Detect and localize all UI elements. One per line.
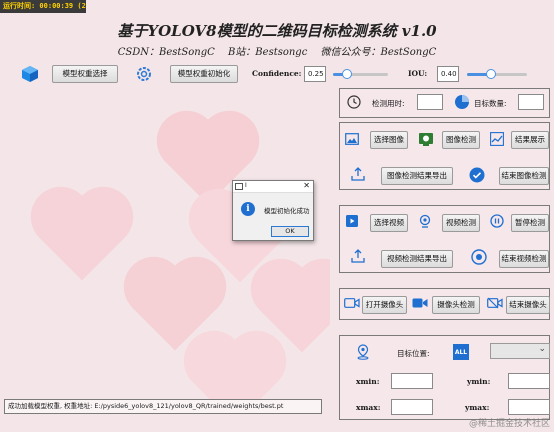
watermark: @稀土掘金技术社区: [468, 419, 550, 429]
info-dialog: I ✕ i 模型初始化成功 OK: [232, 180, 314, 241]
line-chart-icon: [489, 131, 505, 147]
ok-button[interactable]: OK: [271, 226, 309, 237]
ymin-field: [508, 373, 550, 389]
confidence-label: Confidence:: [252, 69, 302, 78]
xmax-field: [391, 399, 433, 415]
target-count-label: 目标数量:: [474, 99, 507, 108]
confidence-slider-knob[interactable]: [341, 69, 352, 79]
end-camera-button[interactable]: 结束摄像头: [506, 296, 550, 314]
dialog-title: I: [245, 182, 247, 189]
export-video-result-button[interactable]: 视频检测结果导出: [381, 250, 453, 268]
show-result-button[interactable]: 结果展示: [511, 131, 549, 149]
page-subtitle: CSDN：BestSongC B站：Bestsongc 微信公众号：BestSo…: [0, 43, 554, 58]
pause-detect-button[interactable]: 暂停检测: [511, 214, 549, 232]
dialog-titlebar: I ✕: [233, 181, 313, 193]
status-bar: 成功加载模型权重, 权重地址: E:/pyside6_yolov8_121/yo…: [4, 399, 322, 414]
model-select-button[interactable]: 模型权重选择: [52, 65, 118, 83]
info-icon: i: [241, 202, 255, 216]
gear-icon: [134, 64, 154, 84]
detect-time-value: [417, 94, 443, 110]
close-icon[interactable]: ✕: [303, 181, 310, 190]
model-init-button[interactable]: 模型权重初始化: [170, 65, 238, 83]
xmax-label: xmax:: [356, 403, 381, 412]
app-icon: [235, 183, 243, 190]
stop-camera-icon: [487, 295, 503, 311]
camera-icon: [344, 295, 360, 311]
cube-icon: [20, 64, 40, 84]
iou-slider-knob[interactable]: [486, 69, 496, 79]
select-video-button[interactable]: 选择视频: [370, 214, 408, 232]
detect-image-button[interactable]: 图像检测: [442, 131, 480, 149]
end-video-detect-button[interactable]: 结束视频检测: [499, 250, 549, 268]
target-count-value: [518, 94, 544, 110]
wechat-label: 微信公众号：BestSongC: [320, 47, 437, 58]
scan-image-icon: [417, 130, 435, 148]
heart-decoration: [39, 195, 125, 281]
stop-circle-icon: [470, 248, 488, 266]
target-position-label: 目标位置:: [397, 349, 430, 358]
open-camera-button[interactable]: 打开摄像头: [362, 296, 407, 314]
xmin-field: [391, 373, 433, 389]
ymin-label: ymin:: [467, 377, 491, 386]
iou-spinbox[interactable]: 0.40: [437, 66, 459, 82]
image-icon: [344, 131, 360, 147]
bilibili-label: B站：Bestsongc: [227, 47, 308, 58]
webcam-icon: [417, 213, 433, 229]
all-icon: ALL: [453, 344, 469, 360]
iou-label: IOU:: [408, 69, 428, 78]
location-pin-icon: [355, 343, 371, 361]
background-hearts: [0, 90, 330, 400]
select-image-button[interactable]: 选择图像: [370, 131, 408, 149]
end-image-detect-button[interactable]: 结束图像检测: [499, 167, 549, 185]
confidence-slider[interactable]: [333, 69, 388, 79]
page-title: 基于YOLOV8模型的二维码目标检测系统 v1.0: [117, 22, 437, 40]
dialog-message: 模型初始化成功: [264, 207, 310, 215]
csdn-label: CSDN：BestSongC: [117, 47, 215, 58]
heart-decoration: [192, 339, 278, 400]
pie-chart-icon: [453, 93, 471, 111]
ymax-field: [508, 399, 550, 415]
xmin-label: xmin:: [356, 377, 380, 386]
target-select[interactable]: [490, 343, 550, 359]
clock-icon: [346, 94, 362, 110]
upload-icon: [350, 166, 366, 182]
detect-video-button[interactable]: 视频检测: [442, 214, 480, 232]
detect-time-label: 检测用时:: [372, 99, 405, 108]
video-camera-icon: [412, 296, 428, 310]
check-circle-icon: [468, 166, 486, 184]
export-image-result-button[interactable]: 图像检测结果导出: [381, 167, 453, 185]
confidence-spinbox[interactable]: 0.25: [304, 66, 326, 82]
iou-slider[interactable]: [467, 69, 527, 79]
video-file-icon: [344, 213, 360, 229]
runtime-badge: 运行时间: 00:00:39 (225): [0, 0, 86, 13]
camera-detect-button[interactable]: 摄像头检测: [432, 296, 480, 314]
upload-icon: [350, 248, 366, 264]
pause-icon: [489, 213, 505, 229]
ymax-label: ymax:: [465, 403, 490, 412]
